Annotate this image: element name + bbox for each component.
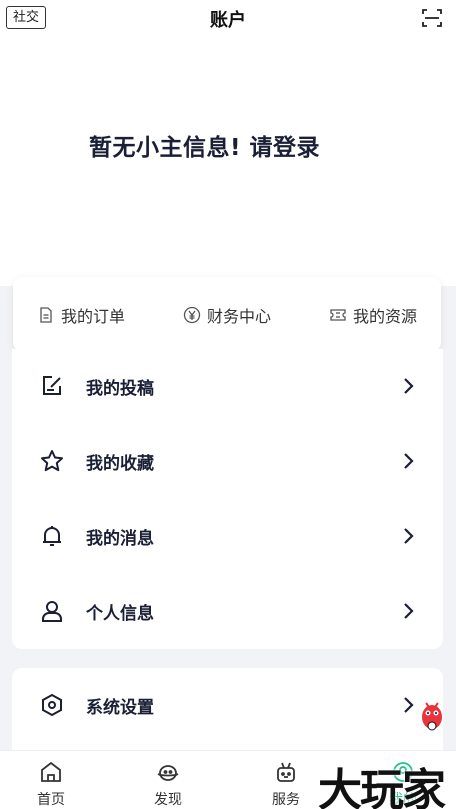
chevron-right-icon: [404, 603, 414, 619]
profile-icon: [393, 762, 413, 782]
menu-item-label: 我的投稿: [86, 379, 154, 399]
yen-coin-icon: [183, 306, 201, 323]
menu-item-profile[interactable]: 个人信息: [12, 574, 443, 649]
menu-item-favorites[interactable]: 我的收藏: [12, 424, 443, 499]
robot-icon: [277, 762, 295, 782]
tab-label: 发现: [154, 792, 182, 808]
tab-me[interactable]: 我的: [363, 751, 443, 809]
star-icon: [41, 450, 63, 472]
settings-card: 系统设置: [12, 668, 443, 750]
planet-icon: [157, 765, 179, 781]
edit-icon: [43, 376, 61, 395]
tab-label: 我的: [389, 792, 417, 808]
tab-home[interactable]: 首页: [11, 751, 91, 809]
document-icon: [40, 306, 52, 323]
chevron-right-icon: [404, 453, 414, 469]
menu-item-settings[interactable]: 系统设置: [12, 668, 443, 743]
tab-services[interactable]: 服务: [246, 751, 326, 809]
bottom-tab-bar: 首页 发现 服务 我的: [0, 750, 456, 809]
quick-action-finance[interactable]: 财务中心: [183, 303, 271, 327]
top-bar: 社交 账户: [0, 0, 456, 36]
quick-actions-card: 我的订单 财务中心 我的资源: [13, 277, 441, 352]
bell-icon: [43, 526, 61, 546]
mascot-icon: [422, 702, 442, 731]
tab-discover[interactable]: 发现: [128, 751, 208, 809]
profile-hero: 暂无小主信息! 请登录: [0, 36, 456, 286]
tab-label: 服务: [272, 792, 300, 808]
menu-item-submissions[interactable]: 我的投稿: [12, 349, 443, 424]
menu-card: 我的投稿 我的收藏 我的消息 个人信息: [12, 349, 443, 649]
user-icon: [42, 601, 62, 622]
chevron-right-icon: [404, 528, 414, 544]
quick-action-label: 我的订单: [61, 306, 126, 326]
tab-label: 首页: [37, 792, 65, 808]
login-prompt[interactable]: 暂无小主信息! 请登录: [89, 128, 320, 162]
quick-action-resources[interactable]: 我的资源: [329, 303, 417, 327]
chevron-right-icon: [404, 697, 414, 713]
home-icon: [41, 761, 61, 782]
menu-item-messages[interactable]: 我的消息: [12, 499, 443, 574]
quick-action-label: 财务中心: [206, 306, 271, 326]
chevron-right-icon: [404, 378, 414, 394]
menu-item-label: 我的收藏: [86, 454, 154, 474]
quick-action-label: 我的资源: [352, 306, 417, 326]
menu-item-label: 系统设置: [86, 698, 154, 718]
menu-item-label: 我的消息: [86, 529, 154, 549]
scan-icon[interactable]: [420, 6, 444, 30]
quick-action-orders[interactable]: 我的订单: [37, 303, 125, 327]
ticket-icon: [330, 308, 346, 321]
hexagon-settings-icon: [42, 693, 62, 717]
menu-item-label: 个人信息: [86, 604, 154, 624]
page-title: 账户: [210, 10, 246, 31]
